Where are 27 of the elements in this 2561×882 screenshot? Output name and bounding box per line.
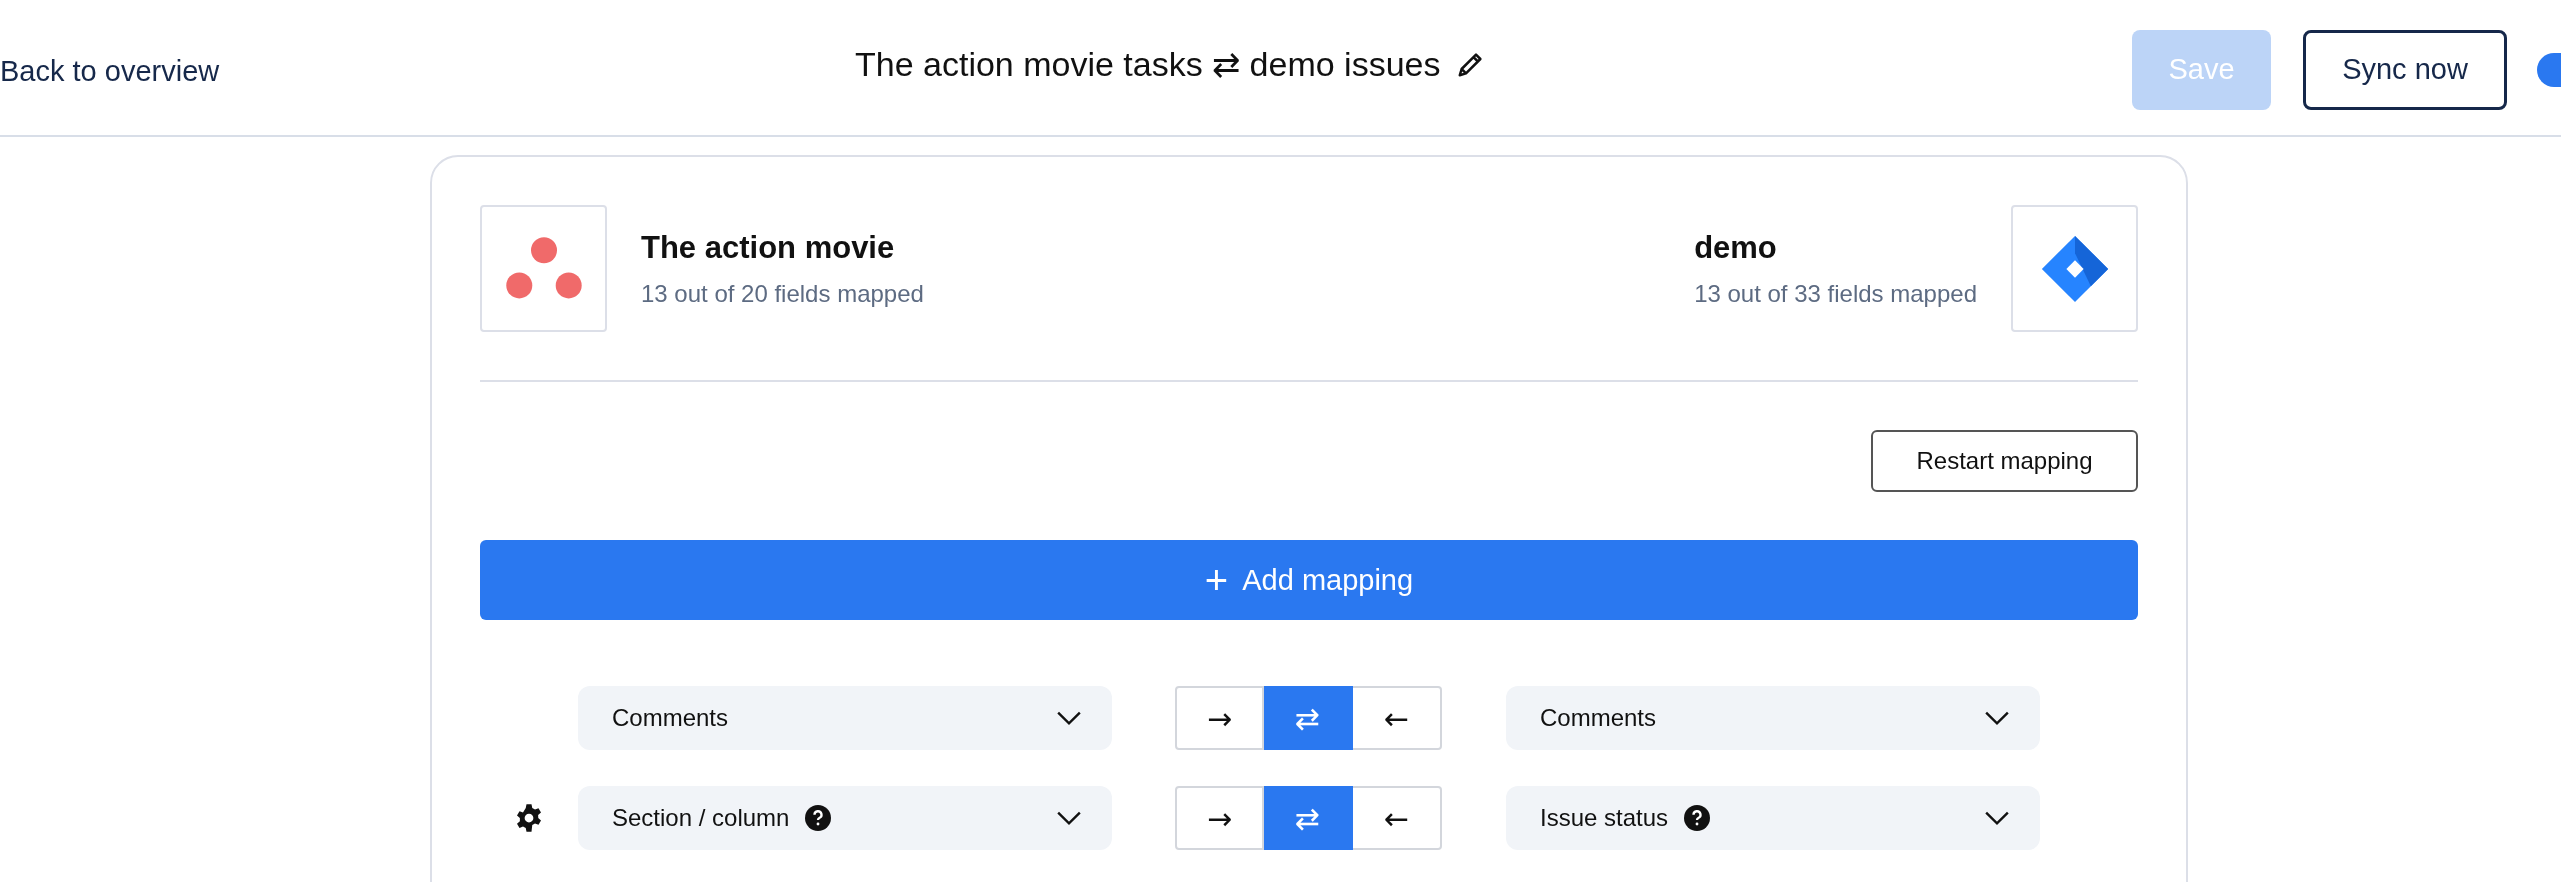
chevron-down-icon xyxy=(1984,810,2010,826)
field-select[interactable]: Section / column xyxy=(578,786,1112,850)
project-name: demo xyxy=(1694,229,1778,266)
sync-button[interactable]: Sync now xyxy=(2303,29,2507,110)
add-mapping-button[interactable]: + Add mapping xyxy=(480,540,2138,620)
settings-icon[interactable] xyxy=(514,803,544,833)
direction-toggle[interactable]: ← xyxy=(1353,786,1442,850)
field-select[interactable]: Issue status xyxy=(1506,786,2040,850)
fields-mapped-count: 13 out of 20 fields mapped xyxy=(641,279,924,308)
three-dots-logo-icon xyxy=(504,236,583,301)
direction-toggle[interactable]: ⇄ xyxy=(1264,686,1353,750)
project-name: The action movie xyxy=(641,229,896,266)
chevron-down-icon xyxy=(1056,710,1082,726)
page-title: The action movie tasks ⇄ demo issues xyxy=(855,44,1441,84)
chevron-down-icon xyxy=(1984,710,2010,726)
back-link[interactable]: Back to overview xyxy=(0,55,220,88)
chevron-down-icon xyxy=(1056,810,1082,826)
help-icon[interactable] xyxy=(1684,805,1711,831)
field-select[interactable]: Comments xyxy=(1506,686,2040,750)
direction-toggle[interactable]: ← xyxy=(1353,686,1442,750)
direction-toggle[interactable]: → xyxy=(1175,686,1264,750)
fields-mapped-count: 13 out of 33 fields mapped xyxy=(1694,279,1977,308)
restart-mapping-button[interactable]: Restart mapping xyxy=(1871,430,2138,492)
help-icon[interactable] xyxy=(805,805,832,831)
direction-toggle[interactable]: → xyxy=(1175,786,1264,850)
direction-toggle[interactable]: ⇄ xyxy=(1264,786,1353,850)
field-select[interactable]: Comments xyxy=(578,686,1112,750)
